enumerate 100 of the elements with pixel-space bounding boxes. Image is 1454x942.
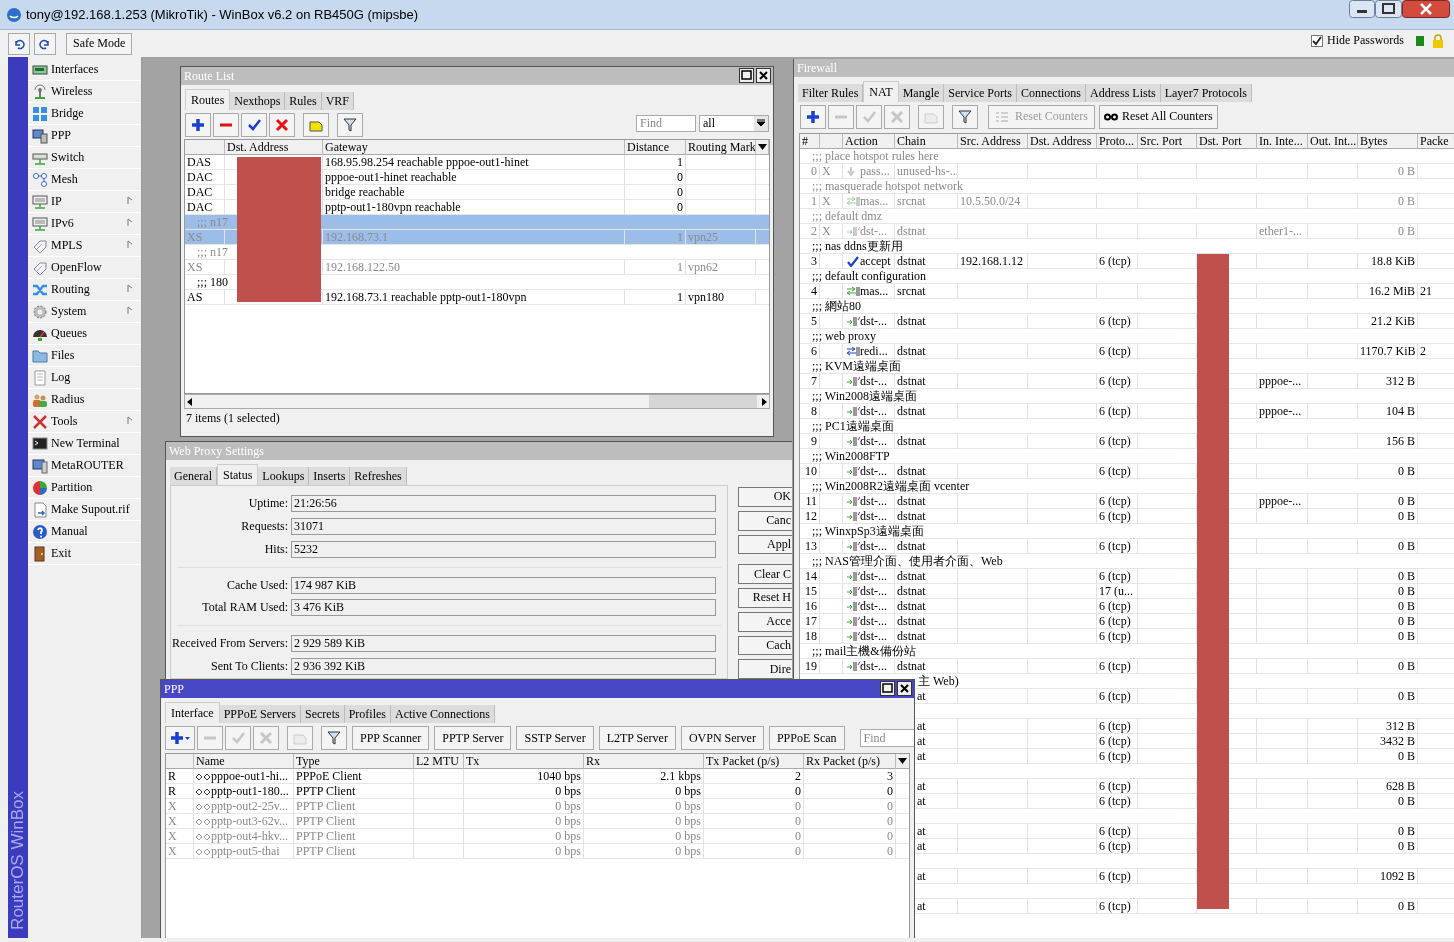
tab[interactable]: Connections [1017,84,1086,102]
close-icon[interactable] [897,681,912,696]
dialog-button[interactable]: Reset H [738,588,792,608]
menu-item[interactable]: Tools [28,411,141,433]
toolbar-button[interactable]: PPPoE Scan [768,726,845,750]
search-field[interactable]: Find [859,729,914,747]
minimize-icon[interactable] [1349,0,1375,18]
toolbar-button[interactable]: SSTP Server [516,726,594,750]
reset-all-counters-button[interactable]: Reset All Counters [1099,104,1218,129]
column-header[interactable]: Dst. Port [1197,134,1257,149]
menu-item[interactable]: Make Supout.rif [28,499,141,521]
tab[interactable]: Nexthops [230,92,286,110]
menu-item[interactable]: MetaROUTER [28,455,141,477]
column-header[interactable]: Out. Int... [1308,134,1358,149]
tab[interactable]: PPPoE Servers [219,705,301,723]
menu-item[interactable]: PPP [28,125,141,147]
column-header[interactable]: Distance [625,140,686,155]
column-header[interactable]: Gateway [323,140,625,155]
close-icon[interactable] [756,68,771,83]
menu-item[interactable]: IP [28,191,141,213]
toolbar-button[interactable] [185,112,211,137]
menu-item[interactable]: Queues [28,323,141,345]
maximize-icon[interactable] [1375,0,1402,18]
column-header[interactable]: Src. Port [1138,134,1197,149]
toolbar-button[interactable] [337,112,363,137]
column-header[interactable]: Action [843,134,895,149]
checkbox[interactable] [1311,34,1323,47]
menu-item[interactable]: Mesh [28,169,141,191]
dialog-button[interactable]: OK [738,487,792,507]
column-header[interactable]: Routing Mark [686,140,756,155]
tab[interactable]: Status [217,464,259,485]
tab[interactable]: Active Connections [391,705,495,723]
column-header[interactable]: # [800,134,820,149]
dialog-button[interactable]: Cach [738,635,792,656]
menu-item[interactable]: MPLS [28,235,141,257]
filter-dropdown[interactable]: all [699,115,769,132]
column-header[interactable]: Bytes [1358,134,1418,149]
column-header[interactable]: Rx [584,754,704,769]
tab[interactable]: Interface [165,702,220,723]
toolbar-button[interactable] [800,104,826,129]
column-header[interactable]: Packe [1418,134,1454,149]
tab[interactable]: VRF [321,92,355,110]
column-menu-icon[interactable] [758,144,767,150]
tab[interactable]: Lookups [258,467,310,485]
tab[interactable]: Refreshes [350,467,407,485]
tab[interactable]: Profiles [344,705,391,723]
toolbar-button[interactable]: L2TP Server [598,726,676,750]
menu-item[interactable]: Files [28,345,141,367]
tab[interactable]: Address Lists [1086,84,1161,102]
toolbar-button[interactable]: OVPN Server [680,726,764,750]
menu-item[interactable]: Bridge [28,103,141,125]
safe-mode-button[interactable]: Safe Mode [66,32,133,55]
horizontal-scrollbar[interactable] [184,394,770,409]
column-header[interactable]: Dst. Address [1028,134,1097,149]
dialog-button[interactable]: Dire [738,659,792,679]
menu-item[interactable]: System [28,301,141,323]
tab[interactable]: Filter Rules [798,84,864,102]
column-header[interactable]: L2 MTU [414,754,464,769]
menu-item[interactable]: IPv6 [28,213,141,235]
tab[interactable]: Service Ports [944,84,1017,102]
column-header[interactable]: Type [294,754,414,769]
toolbar-button[interactable] [165,726,195,750]
tab[interactable]: Mangle [898,84,945,102]
menu-item[interactable]: Wireless [28,81,141,103]
menu-item[interactable]: Manual [28,521,141,543]
column-header[interactable]: Dst. Address [225,140,323,155]
maximize-icon[interactable] [739,68,754,83]
toolbar-button[interactable] [321,726,347,750]
tab[interactable]: Layer7 Protocols [1160,84,1252,102]
menu-item[interactable]: Exit [28,543,141,565]
dialog-button[interactable]: Appl [738,534,792,555]
column-header[interactable]: Src. Address [958,134,1028,149]
toolbar-button[interactable] [213,112,239,137]
dialog-button[interactable]: Canc [738,510,792,531]
column-header[interactable]: Chain [895,134,958,149]
menu-item[interactable]: Partition [28,477,141,499]
column-header[interactable]: Proto... [1097,134,1138,149]
toolbar-button[interactable]: PPTP Server [434,726,512,750]
tab[interactable]: Routes [185,89,231,110]
menu-item[interactable]: New Terminal [28,433,141,455]
toolbar-button[interactable] [269,112,295,137]
column-header[interactable]: In. Inte... [1257,134,1308,149]
maximize-icon[interactable] [880,681,895,696]
redo-button[interactable] [34,32,56,55]
scrollbar-thumb[interactable] [649,395,757,408]
tab[interactable]: Secrets [301,705,345,723]
menu-item[interactable]: Radius [28,389,141,411]
toolbar-button[interactable] [241,112,267,137]
dialog-button[interactable]: Acce [738,611,792,632]
column-header[interactable]: Tx Packet (p/s) [704,754,804,769]
menu-item[interactable]: Routing [28,279,141,301]
menu-item[interactable]: Interfaces [28,59,141,81]
tab[interactable]: Inserts [309,467,351,485]
close-icon[interactable] [1402,0,1450,18]
toolbar-button[interactable]: PPP Scanner [352,726,430,750]
column-header[interactable]: Rx Packet (p/s) [804,754,896,769]
tab[interactable]: General [170,467,217,485]
undo-button[interactable] [8,32,30,55]
column-header[interactable]: Tx [464,754,584,769]
column-header[interactable]: Name [194,754,294,769]
